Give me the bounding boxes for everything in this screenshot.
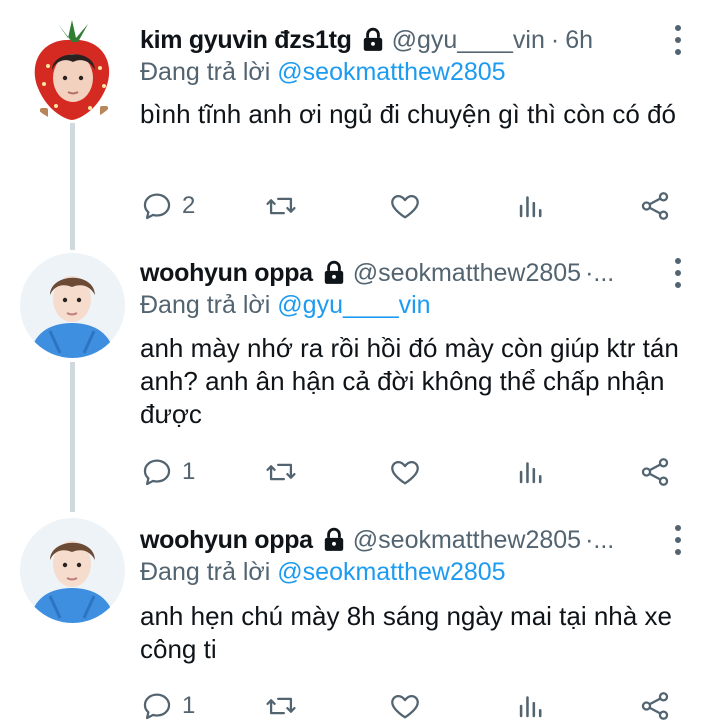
timestamp[interactable]: ·... [585, 526, 614, 555]
reply-count: 1 [182, 458, 196, 485]
reply-button[interactable]: 2 [140, 186, 195, 226]
display-name[interactable]: woohyun oppa [140, 526, 313, 555]
heart-icon [391, 460, 419, 485]
reply-count: 1 [182, 692, 196, 719]
tweet-text: anh hẹn chú mày 8h sáng ngày mai tại nhà… [140, 601, 672, 664]
reply-icon [143, 459, 171, 486]
handle[interactable]: @seokmatthew2805 [353, 259, 581, 288]
retweet-button[interactable] [264, 686, 298, 720]
lock-icon [321, 260, 347, 286]
retweet-icon [266, 697, 296, 715]
handle[interactable]: @seokmatthew2805 [353, 526, 581, 555]
separator-dot: · [550, 25, 560, 54]
analytics-icon [519, 696, 542, 718]
analytics-button[interactable] [514, 186, 548, 226]
analytics-button[interactable] [514, 452, 548, 492]
avatar[interactable] [20, 18, 125, 123]
tweet-text: bình tĩnh anh ơi ngủ đi chuyện gì thì cò… [140, 99, 676, 129]
tweet-actions: 1 [0, 686, 719, 720]
reply-count: 2 [182, 192, 196, 219]
reply-icon [143, 193, 171, 220]
heart-icon [391, 194, 419, 219]
analytics-button[interactable] [514, 686, 548, 720]
replying-to: Đang trả lời @seokmatthew2805 [140, 558, 506, 587]
display-name[interactable]: kim gyuvin đzs1tg [140, 26, 352, 55]
timestamp[interactable]: ·... [585, 259, 614, 288]
share-button[interactable] [638, 686, 672, 720]
more-options-icon[interactable] [668, 520, 688, 560]
like-button[interactable] [388, 452, 422, 492]
share-button[interactable] [638, 452, 672, 492]
like-button[interactable] [388, 186, 422, 226]
retweet-icon [266, 463, 296, 481]
timestamp[interactable]: 6h [565, 26, 593, 55]
share-icon [641, 192, 669, 220]
lock-icon [321, 527, 347, 553]
handle[interactable]: @gyu____vin [392, 26, 545, 55]
share-icon [641, 692, 669, 720]
reply-icon [143, 693, 171, 720]
mention-link[interactable]: @seokmatthew2805 [277, 558, 505, 586]
mention-link[interactable]: @gyu____vin [277, 291, 430, 319]
share-button[interactable] [638, 186, 672, 226]
replying-label: Đang trả lời [140, 558, 271, 586]
replying-label: Đang trả lời [140, 58, 271, 86]
more-options-icon[interactable] [668, 20, 688, 60]
retweet-icon [266, 197, 296, 215]
replying-to: Đang trả lời @seokmatthew2805 [140, 58, 506, 87]
display-name[interactable]: woohyun oppa [140, 259, 313, 288]
replying-to: Đang trả lời @gyu____vin [140, 291, 431, 320]
replying-label: Đang trả lời [140, 291, 271, 319]
heart-icon [391, 694, 419, 719]
reply-button[interactable]: 1 [140, 452, 195, 492]
mention-link[interactable]: @seokmatthew2805 [277, 58, 505, 86]
tweet-actions: 2 [0, 186, 719, 226]
analytics-icon [519, 462, 542, 484]
lock-icon [360, 27, 386, 53]
analytics-icon [519, 196, 542, 218]
retweet-button[interactable] [264, 186, 298, 226]
share-icon [641, 458, 669, 486]
like-button[interactable] [388, 686, 422, 720]
more-options-icon[interactable] [668, 253, 688, 293]
retweet-button[interactable] [264, 452, 298, 492]
tweet-text: anh mày nhớ ra rồi hồi đó mày còn giúp k… [140, 333, 679, 429]
avatar[interactable] [20, 253, 125, 358]
reply-button[interactable]: 1 [140, 686, 195, 720]
tweet-actions: 1 [0, 452, 719, 492]
avatar[interactable] [20, 518, 125, 623]
